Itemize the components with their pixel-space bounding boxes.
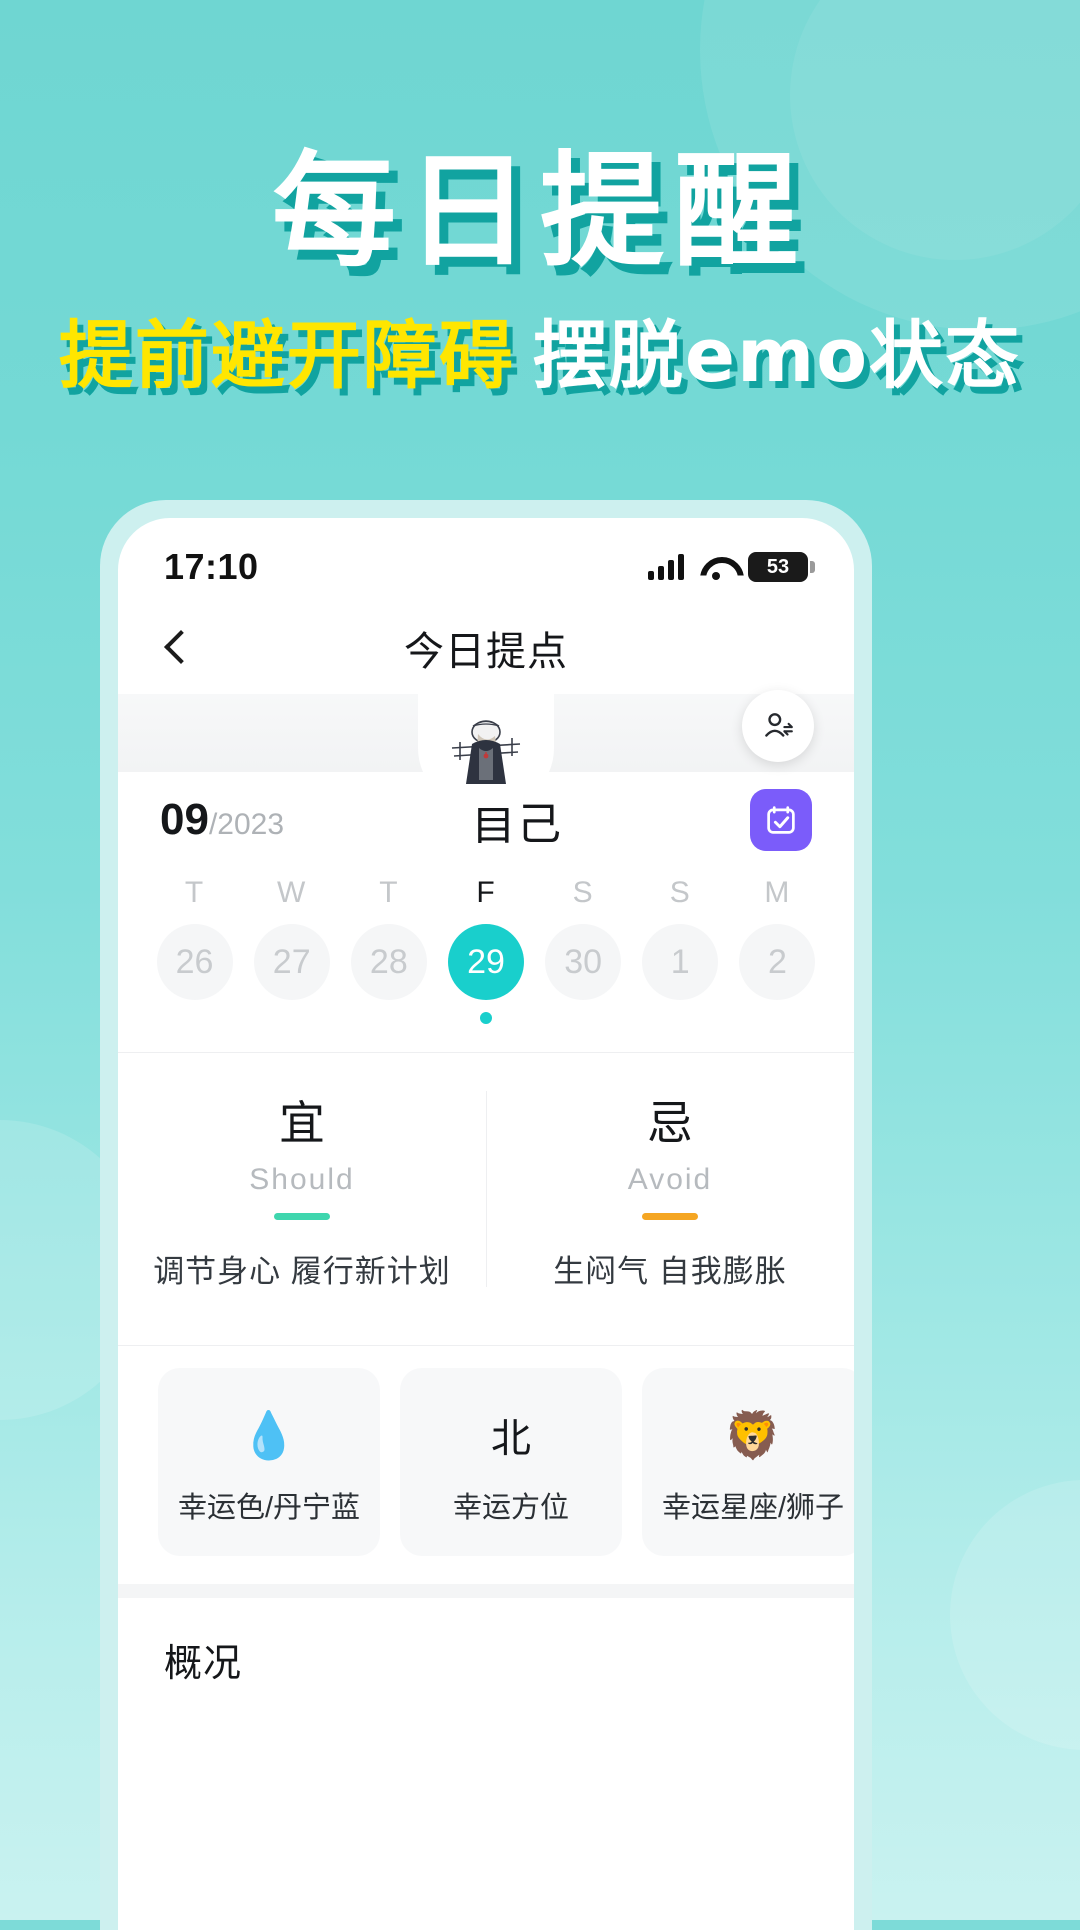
week-calendar[interactable]: T 26 W 27 T 28 F 29 S 30 S 1 M 2 <box>118 858 854 1034</box>
lucky-card[interactable]: 💧 幸运色/丹宁蓝 <box>158 1368 380 1556</box>
calendar-day-cell[interactable]: F 29 <box>437 876 534 1024</box>
calendar-date[interactable]: 27 <box>253 924 330 1000</box>
direction-north-icon: 北 <box>400 1402 622 1468</box>
calendar-date[interactable]: 1 <box>642 924 719 1000</box>
should-avoid-column: 忌 Avoid 生闷气 自我膨胀 <box>486 1087 854 1291</box>
user-avatar-illustration[interactable] <box>438 704 534 800</box>
cellular-signal-icon <box>648 554 684 580</box>
lucky-cards-row[interactable]: 💧 幸运色/丹宁蓝 北幸运方位 🦁 幸运星座/狮子 <box>118 1346 854 1584</box>
battery-level: 53 <box>766 555 790 578</box>
calendar-dow-label: W <box>277 876 307 909</box>
date-year: /2023 <box>208 808 285 841</box>
hero-subtitle: 提前避开障碍 摆脱emo状态 <box>0 317 1080 396</box>
lucky-card-label: 幸运方位 <box>452 1492 569 1524</box>
calendar-day-cell[interactable]: T 26 <box>146 876 243 1024</box>
calendar-day-cell[interactable]: T 28 <box>340 876 437 1024</box>
calendar-date[interactable]: 30 <box>545 924 622 1000</box>
status-icons: 53 <box>648 552 815 582</box>
calendar-dow-label: M <box>764 876 791 909</box>
lucky-glyph: 🦁 <box>724 1408 782 1461</box>
should-avoid-items: 生闷气 自我膨胀 <box>553 1254 787 1289</box>
wifi-icon <box>700 555 732 580</box>
overview-title: 概况 <box>164 1643 243 1685</box>
calendar-date[interactable]: 28 <box>350 924 427 1000</box>
calendar-date[interactable]: 26 <box>156 924 233 1000</box>
lucky-glyph: 北 <box>491 1417 531 1461</box>
calendar-dow-label: T <box>184 876 205 909</box>
should-avoid-items: 调节身心 履行新计划 <box>153 1254 451 1289</box>
status-time: 17:10 <box>164 546 259 587</box>
lucky-card[interactable]: 🦁 幸运星座/狮子 <box>642 1368 854 1556</box>
hero-subtitle-yellow: 提前避开障碍 <box>58 313 515 399</box>
phone-mockup-frame: 17:10 53 今日提点 09/2023 自己 T 26 W 27 T 28 … <box>100 500 872 1930</box>
avatar-strip <box>118 688 854 808</box>
water-drop-icon: 💧 <box>158 1402 380 1468</box>
calendar-dow-label: S <box>669 876 691 909</box>
lion-zodiac-icon: 🦁 <box>642 1402 854 1468</box>
calendar-day-cell[interactable]: M2 <box>729 876 826 1024</box>
hero-section: 每日提醒 提前避开障碍 摆脱emo状态 <box>0 150 1080 396</box>
should-avoid-cn-label: 忌 <box>647 1097 693 1149</box>
should-avoid-en-label: Avoid <box>627 1163 713 1196</box>
should-avoid-underline <box>274 1213 330 1220</box>
calendar-day-cell[interactable]: S 30 <box>535 876 632 1024</box>
calendar-day-cell[interactable]: W 27 <box>243 876 340 1024</box>
app-navbar: 今日提点 <box>118 602 854 694</box>
date-month-year: 09/2023 <box>160 795 284 845</box>
date-month: 09 <box>160 795 209 844</box>
decorative-circle-right <box>950 1480 1080 1750</box>
section-separator <box>118 1584 854 1598</box>
phone-screen: 17:10 53 今日提点 09/2023 自己 T 26 W 27 T 28 … <box>118 518 854 1930</box>
calendar-dow-label: F <box>476 876 496 909</box>
should-avoid-section: 宜 Should 调节身心 履行新计划 忌 Avoid 生闷气 自我膨胀 <box>118 1053 854 1327</box>
calendar-dow-label: T <box>379 876 399 909</box>
lucky-card-label: 幸运色/丹宁蓝 <box>177 1492 361 1524</box>
status-bar: 17:10 53 <box>118 518 854 602</box>
calendar-day-cell[interactable]: S1 <box>632 876 729 1024</box>
lucky-glyph: 💧 <box>240 1408 298 1461</box>
calendar-check-icon[interactable] <box>750 789 812 851</box>
overview-section: 概况 <box>118 1598 854 1687</box>
hero-title: 每日提醒 <box>271 140 808 284</box>
hero-subtitle-white: 摆脱emo状态 <box>532 313 1022 399</box>
person-switch-icon[interactable] <box>742 690 814 762</box>
should-avoid-cn-label: 宜 <box>279 1097 325 1149</box>
calendar-date[interactable]: 2 <box>739 924 816 1000</box>
lucky-card-label: 幸运星座/狮子 <box>661 1492 845 1524</box>
lucky-card[interactable]: 北幸运方位 <box>400 1368 622 1556</box>
calendar-today-dot <box>479 1012 492 1024</box>
calendar-dow-label: S <box>572 876 594 909</box>
should-avoid-column: 宜 Should 调节身心 履行新计划 <box>118 1087 486 1291</box>
page-title: 今日提点 <box>404 630 568 674</box>
should-avoid-en-label: Should <box>249 1163 355 1196</box>
calendar-date[interactable]: 29 <box>447 924 524 1000</box>
should-avoid-underline <box>642 1213 698 1220</box>
battery-icon: 53 <box>748 552 815 582</box>
